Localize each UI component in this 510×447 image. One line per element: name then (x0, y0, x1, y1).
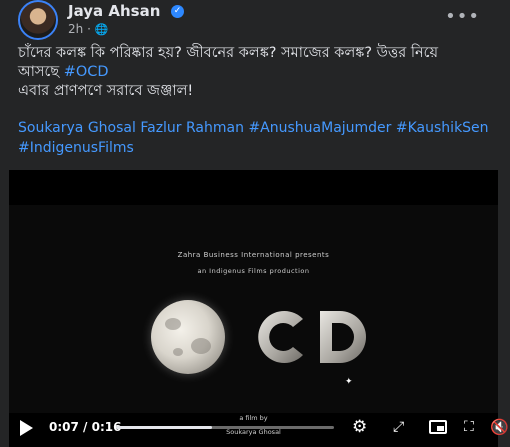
author-avatar[interactable] (18, 0, 58, 40)
title-letter-d (320, 311, 366, 363)
fullscreen-icon[interactable]: ⛶ (464, 417, 474, 437)
more-options-icon[interactable]: ••• (445, 6, 480, 27)
picture-in-picture-icon[interactable] (429, 420, 447, 434)
post-text: চাঁদের কলঙ্ক কি পরিষ্কার হয়? জীবনের কলঙ… (18, 44, 498, 101)
mute-icon[interactable]: 🔇 (490, 417, 509, 437)
post-time[interactable]: 2h (68, 22, 83, 36)
post-mentions: Soukarya Ghosal Fazlur Rahman #AnushuaMa… (18, 118, 498, 158)
mention-soukarya[interactable]: Soukarya Ghosal (18, 120, 136, 136)
current-time: 0:07 (49, 420, 79, 434)
hashtag-indigenus[interactable]: #IndigenusFilms (18, 140, 134, 156)
post-text-line2: আসছে #OCD (18, 64, 109, 80)
post-text-line1: চাঁদের কলঙ্ক কি পরিষ্কার হয়? জীবনের কলঙ… (18, 45, 439, 61)
post-meta: 2h · 🌐 (68, 22, 109, 36)
post-text-line3: এবার প্রাণপণে সরাবে জঞ্জাল! (18, 83, 194, 99)
verified-badge-icon: ✓ (171, 5, 184, 18)
video-player[interactable]: Zahra Business International presents an… (9, 170, 509, 447)
author-name[interactable]: Jaya Ahsan (68, 2, 160, 20)
credit-production: an Indigenus Films production (197, 267, 310, 275)
expand-icon[interactable]: ⤢ (393, 417, 404, 437)
sparkle-icon: ✦ (345, 377, 353, 387)
moon-letter-o (151, 300, 225, 374)
title-letter-c (258, 311, 303, 363)
settings-gear-icon[interactable]: ⚙ (352, 417, 367, 437)
hashtag-anushua[interactable]: #AnushuaMajumder (248, 120, 391, 136)
mention-fazlur[interactable]: Fazlur Rahman (140, 120, 244, 136)
hashtag-kaushik[interactable]: #KaushikSen (396, 120, 489, 136)
progress-bar[interactable] (116, 426, 334, 429)
play-icon[interactable] (20, 420, 33, 436)
time-display: 0:07 / 0:16 (49, 420, 122, 434)
credit-presents: Zahra Business International presents (177, 251, 330, 259)
hashtag-ocd[interactable]: #OCD (64, 64, 109, 80)
post-header: Jaya Ahsan ✓ 2h · 🌐 ••• (18, 0, 510, 42)
progress-fill (116, 426, 212, 429)
video-controls: 0:07 / 0:16 ⚙ ⤢ ⛶ 🔇 (9, 412, 509, 447)
globe-icon: 🌐 (94, 23, 109, 36)
video-frame[interactable]: Zahra Business International presents an… (9, 205, 498, 436)
